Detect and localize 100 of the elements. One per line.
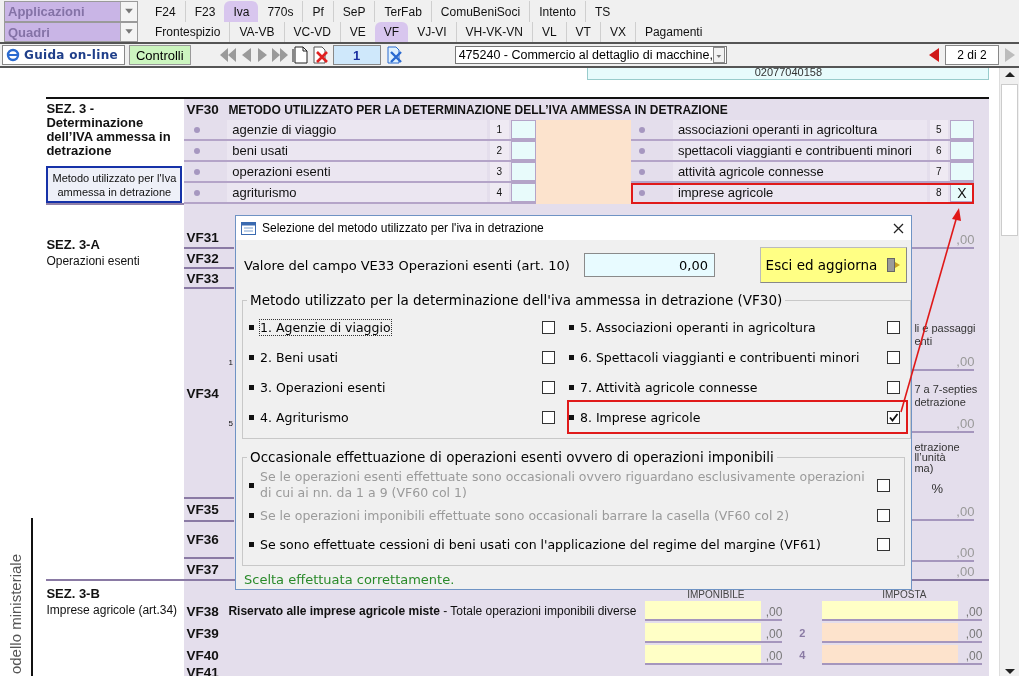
note-text: ll’unità [913, 451, 946, 463]
option-label[interactable]: 5. Associazioni operanti in agricoltura [580, 319, 881, 335]
option-label[interactable]: 2. Beni usati [260, 349, 536, 365]
dropdown-icon[interactable] [120, 23, 137, 41]
checkbox[interactable] [877, 538, 890, 551]
amount-field[interactable]: ,00 [822, 623, 983, 643]
browser-icon [6, 48, 20, 62]
checkbox[interactable] [887, 320, 900, 334]
option-label[interactable]: 1. Agenzie di viaggio [260, 319, 391, 335]
option-number: 7 [929, 162, 948, 181]
option-number: 8 [929, 183, 948, 202]
tab[interactable]: ComuBeniSoci [430, 1, 530, 22]
close-icon[interactable] [892, 221, 905, 235]
checkbox[interactable] [887, 380, 900, 394]
bullet-icon [194, 168, 201, 175]
tab[interactable]: TS [584, 1, 620, 22]
option-label[interactable]: 3. Operazioni esenti [260, 379, 536, 395]
tab[interactable]: VE [339, 22, 375, 42]
row-code: VF32 [185, 250, 220, 266]
tab[interactable]: SeP [332, 1, 375, 22]
bullet-icon [249, 414, 254, 420]
bullet-icon [249, 324, 254, 330]
option-label: beni usati [227, 141, 487, 160]
checkbox[interactable] [542, 350, 555, 364]
field-label: Valore del campo VE33 Operazioni esenti (art. 10) [243, 257, 571, 273]
option-label: attività agricole connesse [672, 162, 927, 181]
exit-update-button[interactable]: Esci ed aggiorna [760, 247, 907, 283]
tab[interactable]: VT [565, 22, 600, 42]
tab[interactable]: Intento [529, 1, 585, 22]
option-label[interactable]: 8. Imprese agricole [580, 409, 881, 425]
option-box[interactable]: X [949, 183, 975, 202]
dropdown-icon[interactable] [120, 2, 137, 21]
method-button[interactable]: Metodo utilizzato per l'Iva ammessa in detrazione [46, 166, 183, 203]
tab[interactable]: Frontespizio [146, 22, 230, 42]
checkbox[interactable] [887, 350, 900, 364]
help-button[interactable]: Guida on-line [2, 45, 125, 65]
checkbox[interactable] [542, 320, 555, 334]
amount-field[interactable]: ,00 [645, 645, 783, 665]
tab[interactable]: VC-VD [283, 22, 340, 42]
option-number: 1 [489, 120, 509, 139]
tab[interactable]: 770s [258, 1, 303, 22]
scrollbar[interactable] [999, 68, 1019, 676]
bullet-icon [249, 354, 254, 360]
page-counter: 2 di 2 [945, 45, 999, 65]
value-field[interactable]: 0,00 [584, 253, 715, 277]
amount-field[interactable]: ,00 [645, 601, 783, 621]
row-code: VF36 [185, 532, 220, 547]
option-label[interactable]: 6. Spettacoli viaggianti e contribuenti minori [580, 349, 881, 365]
option-label: spettacoli viaggianti e contribuenti minori [672, 141, 927, 160]
tab[interactable]: Iva [224, 1, 259, 22]
checkbox[interactable] [542, 380, 555, 394]
row-code: VF37 [185, 561, 220, 577]
section-heading: METODO UTILIZZATO PER LA DETERMINAZIONE DELL’IVA AMMESSA IN DETRAZIONE [228, 102, 728, 117]
option-number: 2 [489, 141, 509, 160]
bullet-icon [249, 542, 254, 547]
tab[interactable]: VF [374, 22, 409, 42]
tab[interactable]: VX [599, 22, 635, 42]
dropdown-icon[interactable] [712, 47, 725, 63]
option-label: imprese agricole [672, 183, 927, 202]
dialog-title: Selezione del metodo utilizzato per l'iva in detrazione [262, 221, 545, 235]
option-number: 6 [929, 141, 948, 160]
checkbox[interactable] [542, 410, 555, 424]
bullet-icon [639, 147, 646, 154]
delete-page-icon[interactable] [310, 46, 329, 64]
option-label[interactable]: Se sono effettuate cessioni di beni usati con l'applicazione del regime del margine (VF61) [260, 536, 871, 553]
bullet-icon [194, 147, 201, 154]
bullet-icon [639, 126, 646, 133]
amount-field[interactable]: ,00 [822, 645, 983, 665]
section-title: SEZ. 3 - Determinazione dell’IVA ammessa in detrazione [46, 100, 172, 158]
row-code: VF39 [185, 625, 220, 641]
tab[interactable]: F24 [146, 1, 185, 22]
previous-icon[interactable] [927, 47, 941, 63]
checkbox[interactable] [887, 410, 900, 424]
tab[interactable]: VH-VK-VN [455, 22, 532, 42]
new-page-icon[interactable] [290, 46, 309, 64]
amount-field[interactable]: ,00 [645, 623, 783, 643]
check-button[interactable]: Controlli [128, 45, 191, 65]
activity-select[interactable]: 475240 - Commercio al dettaglio di macchine, [454, 46, 727, 64]
tab[interactable]: VL [531, 22, 566, 42]
first-page-icon[interactable] [218, 46, 237, 64]
side-label: odello ministeriale [6, 553, 25, 674]
option-label[interactable]: 7. Attività agricole connesse [580, 379, 881, 395]
section-subtitle: Operazioni esenti [46, 254, 141, 268]
field-number: 4 [798, 649, 807, 661]
tab[interactable]: VA-VB [229, 22, 284, 42]
bullet-icon [249, 482, 254, 488]
option-label[interactable]: 4. Agriturismo [260, 409, 536, 425]
page-field[interactable]: 1 [332, 45, 381, 65]
note-text: 7 a 7-septies [913, 383, 978, 395]
page-search-icon[interactable] [384, 46, 403, 64]
bullet-icon [249, 513, 254, 518]
option-number: 3 [489, 162, 509, 181]
field-number: 1 [228, 358, 234, 367]
tab[interactable]: VJ-VI [408, 22, 456, 42]
tab[interactable]: Pf [302, 1, 333, 22]
amount-field[interactable]: ,00 [822, 601, 983, 621]
row-code: VF31 [185, 230, 220, 245]
scroll-thumb[interactable] [1001, 84, 1019, 236]
field-number: 5 [228, 419, 234, 428]
tab[interactable]: Pagamenti [634, 22, 712, 42]
